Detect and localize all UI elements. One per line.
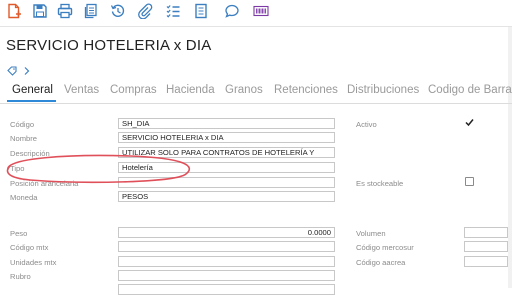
tipo-field[interactable]: Hotelería bbox=[118, 162, 335, 173]
descripcion-label: Descripción bbox=[10, 149, 50, 158]
tab-bar: General Ventas Compras Hacienda Granos R… bbox=[0, 83, 512, 104]
stockeable-label: Es stockeable bbox=[356, 179, 404, 188]
activo-label: Activo bbox=[356, 120, 377, 129]
tab-distribuciones[interactable]: Distribuciones bbox=[347, 84, 419, 96]
codigo-mtx-label: Código mtx bbox=[10, 243, 49, 252]
codigo-aacrea-field[interactable] bbox=[464, 256, 508, 267]
codigo-mtx-field[interactable] bbox=[118, 241, 335, 252]
moneda-field[interactable]: PESOS bbox=[118, 191, 335, 202]
tab-ventas[interactable]: Ventas bbox=[64, 84, 99, 96]
barcode-icon[interactable] bbox=[253, 3, 269, 19]
tab-retenciones[interactable]: Retenciones bbox=[274, 84, 338, 96]
toolbar-divider bbox=[0, 26, 512, 27]
codigo-mercosur-label: Código mercosur bbox=[356, 243, 414, 252]
attachment-icon[interactable] bbox=[137, 3, 153, 19]
comment-icon[interactable] bbox=[224, 3, 240, 19]
new-document-icon[interactable] bbox=[6, 3, 22, 19]
volumen-field[interactable] bbox=[464, 227, 508, 238]
tab-general[interactable]: General bbox=[12, 84, 53, 96]
rubro-label: Rubro bbox=[10, 272, 31, 281]
unidades-mtx-label: Unidades mtx bbox=[10, 258, 57, 267]
codigo-field[interactable]: SH_DIA bbox=[118, 118, 335, 129]
copy-icon[interactable] bbox=[83, 3, 99, 19]
codigo-mercosur-field[interactable] bbox=[464, 241, 508, 252]
posicion-arancelaria-label: Posición arancelaria bbox=[10, 179, 79, 188]
report-icon[interactable] bbox=[193, 3, 209, 19]
page-title: SERVICIO HOTELERIA x DIA bbox=[6, 37, 212, 54]
codigo-aacrea-label: Código aacrea bbox=[356, 258, 406, 267]
volumen-label: Volumen bbox=[356, 229, 386, 238]
peso-label: Peso bbox=[10, 229, 28, 238]
nombre-label: Nombre bbox=[10, 134, 38, 143]
unidades-mtx-field[interactable] bbox=[118, 256, 335, 267]
print-icon[interactable] bbox=[57, 3, 73, 19]
tab-granos[interactable]: Granos bbox=[225, 84, 263, 96]
scrollbar-track[interactable] bbox=[508, 27, 512, 288]
tab-hacienda[interactable]: Hacienda bbox=[166, 84, 215, 96]
rubro-field[interactable] bbox=[118, 270, 335, 281]
tag-icon[interactable] bbox=[7, 66, 17, 76]
descripcion-field[interactable]: UTILIZAR SOLO PARA CONTRATOS DE HOTELERÍ… bbox=[118, 147, 335, 158]
next-field-partial[interactable] bbox=[118, 284, 335, 295]
peso-field[interactable]: 0.0000 bbox=[118, 227, 335, 238]
codigo-label: Código bbox=[10, 120, 35, 129]
checklist-icon[interactable] bbox=[165, 3, 181, 19]
toolbar bbox=[0, 0, 512, 26]
stockeable-checkbox[interactable] bbox=[465, 177, 474, 186]
tipo-label: Tipo bbox=[10, 164, 25, 173]
chevron-right-icon[interactable] bbox=[23, 66, 31, 76]
nombre-field[interactable]: SERVICIO HOTELERIA x DIA bbox=[118, 132, 335, 143]
activo-checkbox[interactable] bbox=[465, 118, 474, 127]
moneda-label: Moneda bbox=[10, 193, 38, 202]
posicion-arancelaria-field[interactable] bbox=[118, 177, 335, 188]
history-icon[interactable] bbox=[110, 3, 126, 19]
tab-compras[interactable]: Compras bbox=[110, 84, 157, 96]
tab-codigo-de-barras[interactable]: Codigo de Barras bbox=[428, 84, 512, 96]
active-tab-indicator bbox=[7, 100, 56, 102]
save-icon[interactable] bbox=[32, 3, 48, 19]
